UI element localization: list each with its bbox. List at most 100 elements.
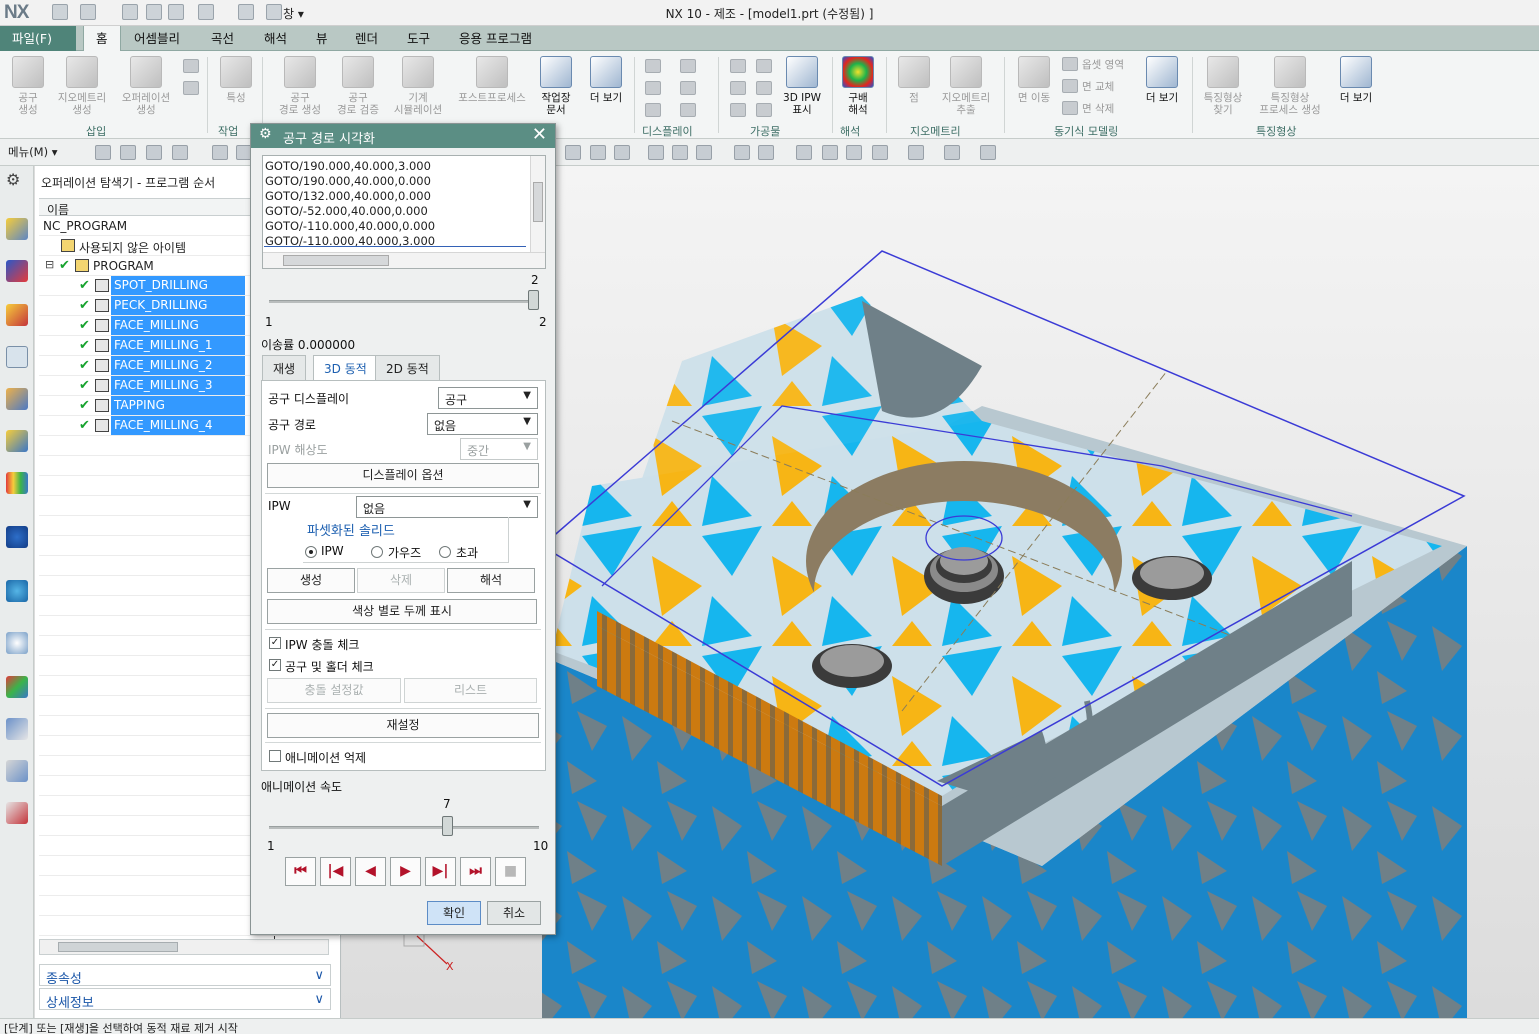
web-browser-icon[interactable] xyxy=(6,580,28,602)
cube-view-icon[interactable] xyxy=(944,145,960,160)
tool-holder-checkbox[interactable]: ✓ xyxy=(269,659,281,671)
display-icon-6[interactable] xyxy=(680,103,696,117)
find-feature-button[interactable]: 특징형상 찾기 xyxy=(1198,56,1248,116)
toolpath-slider-thumb[interactable] xyxy=(528,290,539,310)
draft-analysis-button[interactable]: 구배 해석 xyxy=(838,56,878,116)
radio-excess[interactable] xyxy=(439,546,451,558)
snap-icon-4[interactable] xyxy=(648,145,664,160)
machine-navigator-icon[interactable] xyxy=(6,388,28,410)
ipw-collision-checkbox[interactable]: ✓ xyxy=(269,637,281,649)
tool-display-select[interactable]: 공구 ▼ xyxy=(438,387,538,409)
more-button-2[interactable]: 더 보기 xyxy=(1140,56,1184,104)
feature-navigator-icon[interactable] xyxy=(6,430,28,452)
radio-ipw[interactable] xyxy=(305,546,317,558)
machining-method-view-icon[interactable] xyxy=(172,145,188,160)
display-icon-1[interactable] xyxy=(645,59,661,73)
animation-speed-thumb[interactable] xyxy=(442,816,453,836)
workpiece-icon-1[interactable] xyxy=(730,59,746,73)
settings-icon[interactable]: ⚙ xyxy=(6,170,28,192)
gcode-horizontal-scrollbar[interactable] xyxy=(263,252,545,268)
history-icon[interactable] xyxy=(6,632,28,654)
machine-tool-view-icon[interactable] xyxy=(120,145,136,160)
gcode-listing[interactable]: GOTO/190.000,40.000,3.000 GOTO/190.000,4… xyxy=(262,155,546,269)
ipw-resolution-select[interactable]: 중간 ▼ xyxy=(460,438,538,460)
select-box-icon[interactable] xyxy=(696,145,712,160)
more-button-1[interactable]: 더 보기 xyxy=(584,56,628,104)
tab-2d-dynamic[interactable]: 2D 동적 xyxy=(375,355,440,381)
reset-button[interactable]: 재설정 xyxy=(267,713,539,738)
hd3d-tools-icon[interactable] xyxy=(6,526,28,548)
fit-view-icon[interactable] xyxy=(796,145,812,160)
assembly-navigator-icon[interactable] xyxy=(6,218,28,240)
display-icon-2[interactable] xyxy=(680,59,696,73)
collision-settings-button[interactable]: 충돌 설정값 xyxy=(267,678,401,703)
gear-icon[interactable]: ⚙ xyxy=(259,126,272,142)
tab-applications[interactable]: 응용 프로그램 xyxy=(447,26,544,51)
workpiece-icon-3[interactable] xyxy=(730,81,746,95)
system-materials-icon[interactable] xyxy=(6,676,28,698)
move-face-button[interactable]: 면 이동 xyxy=(1012,56,1056,104)
close-icon[interactable]: ✕ xyxy=(532,124,547,145)
operation-navigator-icon[interactable] xyxy=(6,346,28,368)
stop-button[interactable]: ■ xyxy=(495,857,526,886)
zoom-icon[interactable] xyxy=(822,145,838,160)
analyze-button[interactable]: 해석 xyxy=(447,568,535,593)
tab-analysis[interactable]: 해석 xyxy=(252,26,299,51)
rotate-icon[interactable] xyxy=(846,145,862,160)
offset-region-icon[interactable] xyxy=(1062,57,1078,71)
step-forward-button[interactable]: ▶| xyxy=(425,857,456,886)
tab-3d-dynamic[interactable]: 3D 동적 xyxy=(313,355,378,381)
delete-button[interactable]: 삭제 xyxy=(357,568,445,593)
list-button[interactable]: 리스트 xyxy=(404,678,537,703)
point-button[interactable]: 점 xyxy=(896,56,932,104)
details-panel[interactable]: 상세정보 ∨ xyxy=(39,988,331,1011)
toolpath-slider-track[interactable] xyxy=(269,300,539,303)
generate-toolpath-button[interactable]: 공구 경로 생성 xyxy=(274,56,326,116)
fast-forward-to-end-button[interactable]: ⏭ xyxy=(460,857,491,886)
workpiece-icon-5[interactable] xyxy=(730,103,746,117)
navigator-horizontal-scrollbar[interactable] xyxy=(39,939,329,955)
machine-simulation-button[interactable]: 기계 시뮬레이션 xyxy=(388,56,448,116)
replace-face-label[interactable]: 면 교체 xyxy=(1082,79,1114,94)
display-options-button[interactable]: 디스플레이 옵션 xyxy=(267,463,539,488)
create-program-icon[interactable] xyxy=(183,59,199,73)
tab-render[interactable]: 렌더 xyxy=(343,26,390,51)
tab-assembly[interactable]: 어셈블리 xyxy=(122,26,192,51)
create-geometry-button[interactable]: 지오메트리 생성 xyxy=(52,56,112,116)
part-navigator-icon[interactable] xyxy=(6,304,28,326)
process-studio-icon[interactable] xyxy=(6,718,28,740)
dependencies-panel[interactable]: 종속성 ∨ xyxy=(39,964,331,987)
scroll-thumb[interactable] xyxy=(533,182,543,222)
radio-gouge[interactable] xyxy=(371,546,383,558)
tab-home[interactable]: 홈 xyxy=(83,26,121,52)
ok-button[interactable]: 확인 xyxy=(427,901,481,925)
render-style-icon[interactable] xyxy=(758,145,774,160)
tab-view[interactable]: 뷰 xyxy=(304,26,340,51)
geometry-view-icon[interactable] xyxy=(146,145,162,160)
program-order-view-icon[interactable] xyxy=(95,145,111,160)
file-menu[interactable]: 파일(F) xyxy=(0,26,76,51)
suppress-animation-checkbox[interactable] xyxy=(269,750,281,762)
filter-icon[interactable] xyxy=(212,145,228,160)
play-reverse-button[interactable]: ◀ xyxy=(355,857,386,886)
create-feature-process-button[interactable]: 특징형상 프로세스 생성 xyxy=(1252,56,1328,116)
constraint-navigator-icon[interactable] xyxy=(6,260,28,282)
ipw-select[interactable]: 없음 ▼ xyxy=(356,496,538,518)
tab-replay[interactable]: 재생 xyxy=(262,355,307,381)
tool-path-select[interactable]: 없음 ▼ xyxy=(427,413,538,435)
snap-icon-2[interactable] xyxy=(590,145,606,160)
tab-curve[interactable]: 곡선 xyxy=(199,26,246,51)
create-button[interactable]: 생성 xyxy=(267,568,355,593)
snap-icon-3[interactable] xyxy=(614,145,630,160)
display-icon-5[interactable] xyxy=(645,103,661,117)
cancel-button[interactable]: 취소 xyxy=(487,901,541,925)
more-button-3[interactable]: 더 보기 xyxy=(1334,56,1378,104)
collapse-icon[interactable]: ⊟ xyxy=(45,258,54,271)
snap-icon-1[interactable] xyxy=(565,145,581,160)
display-icon-3[interactable] xyxy=(645,81,661,95)
create-method-icon[interactable] xyxy=(183,81,199,95)
rewind-to-start-button[interactable]: ⏮ xyxy=(285,857,316,886)
snap-icon-5[interactable] xyxy=(672,145,688,160)
scroll-thumb[interactable] xyxy=(283,255,389,266)
offset-region-label[interactable]: 옵셋 영역 xyxy=(1082,57,1124,72)
